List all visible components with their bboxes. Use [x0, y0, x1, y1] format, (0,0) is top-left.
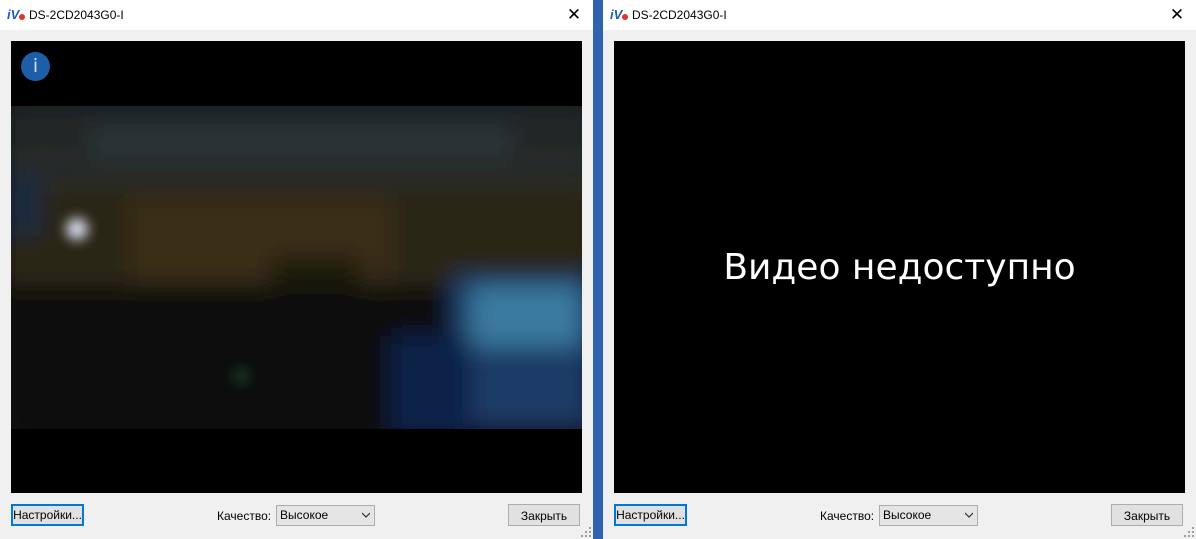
camera-feed-image [11, 106, 582, 429]
quality-select-value: Высокое [280, 508, 329, 522]
app-logo-icon: iV [7, 7, 25, 22]
resize-grip-icon[interactable] [1184, 527, 1194, 537]
settings-button[interactable]: Настройки... [11, 504, 84, 526]
close-button[interactable]: Закрыть [1111, 504, 1183, 526]
camera-window-left: iV DS-2CD2043G0-I ✕ i Настройки... Качес… [0, 0, 593, 539]
close-icon[interactable]: ✕ [1162, 2, 1192, 28]
close-button[interactable]: Закрыть [508, 504, 580, 526]
video-viewport[interactable]: i [11, 41, 582, 493]
resize-grip-icon[interactable] [581, 527, 591, 537]
chevron-down-icon [965, 512, 973, 518]
quality-select[interactable]: Высокое [879, 505, 978, 526]
svg-text:iV: iV [610, 7, 624, 22]
video-viewport[interactable]: Видео недоступно [614, 41, 1185, 493]
quality-select-value: Высокое [883, 508, 932, 522]
title-bar[interactable]: iV DS-2CD2043G0-I ✕ [0, 0, 593, 30]
window-title: DS-2CD2043G0-I [632, 8, 727, 22]
app-logo-icon: iV [610, 7, 628, 22]
chevron-down-icon [362, 512, 370, 518]
title-bar[interactable]: iV DS-2CD2043G0-I ✕ [603, 0, 1196, 30]
quality-select[interactable]: Высокое [276, 505, 375, 526]
settings-button[interactable]: Настройки... [614, 504, 687, 526]
quality-label: Качество: [217, 509, 272, 523]
window-divider [593, 0, 603, 539]
quality-label: Качество: [820, 509, 875, 523]
camera-window-right: iV DS-2CD2043G0-I ✕ Видео недоступно Нас… [603, 0, 1196, 539]
info-icon[interactable]: i [21, 52, 50, 81]
window-title: DS-2CD2043G0-I [29, 8, 124, 22]
svg-text:iV: iV [7, 7, 21, 22]
close-icon[interactable]: ✕ [559, 2, 589, 28]
video-unavailable-message: Видео недоступно [723, 247, 1076, 288]
